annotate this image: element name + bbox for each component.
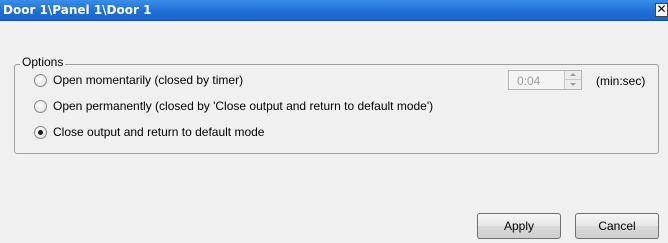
dialog-window: Door 1\Panel 1\Door 1 ✕ Options Open mom… — [0, 0, 668, 243]
apply-button[interactable]: Apply — [477, 213, 561, 239]
option-open-momentarily-label: Open momentarily (closed by timer) — [53, 73, 244, 87]
option-close-output[interactable]: Close output and return to default mode — [34, 124, 264, 140]
option-open-permanently-label: Open permanently (closed by 'Close outpu… — [53, 99, 434, 113]
timer-value: 0:04 — [517, 74, 541, 88]
option-close-output-label: Close output and return to default mode — [53, 125, 265, 139]
timer-unit-label: (min:sec) — [596, 74, 646, 88]
window-title: Door 1\Panel 1\Door 1 — [3, 3, 152, 17]
radio-open-momentarily[interactable] — [34, 73, 47, 87]
timer-spinbox[interactable]: 0:04 — [508, 70, 582, 90]
option-open-momentarily[interactable]: Open momentarily (closed by timer) — [34, 72, 243, 88]
chevron-up-icon — [570, 73, 576, 76]
cancel-button[interactable]: Cancel — [575, 213, 659, 239]
radio-close-output[interactable] — [34, 125, 47, 139]
spin-down-button[interactable] — [565, 80, 581, 89]
option-open-permanently[interactable]: Open permanently (closed by 'Close outpu… — [34, 98, 433, 114]
spin-up-button[interactable] — [565, 71, 581, 80]
close-icon: ✕ — [656, 2, 667, 16]
chevron-down-icon — [570, 83, 576, 86]
options-legend: Options — [20, 55, 66, 69]
radio-open-permanently[interactable] — [34, 99, 47, 113]
title-bar[interactable]: Door 1\Panel 1\Door 1 ✕ — [0, 0, 668, 21]
timer-spin-buttons[interactable] — [564, 71, 581, 89]
close-button[interactable]: ✕ — [655, 3, 668, 17]
